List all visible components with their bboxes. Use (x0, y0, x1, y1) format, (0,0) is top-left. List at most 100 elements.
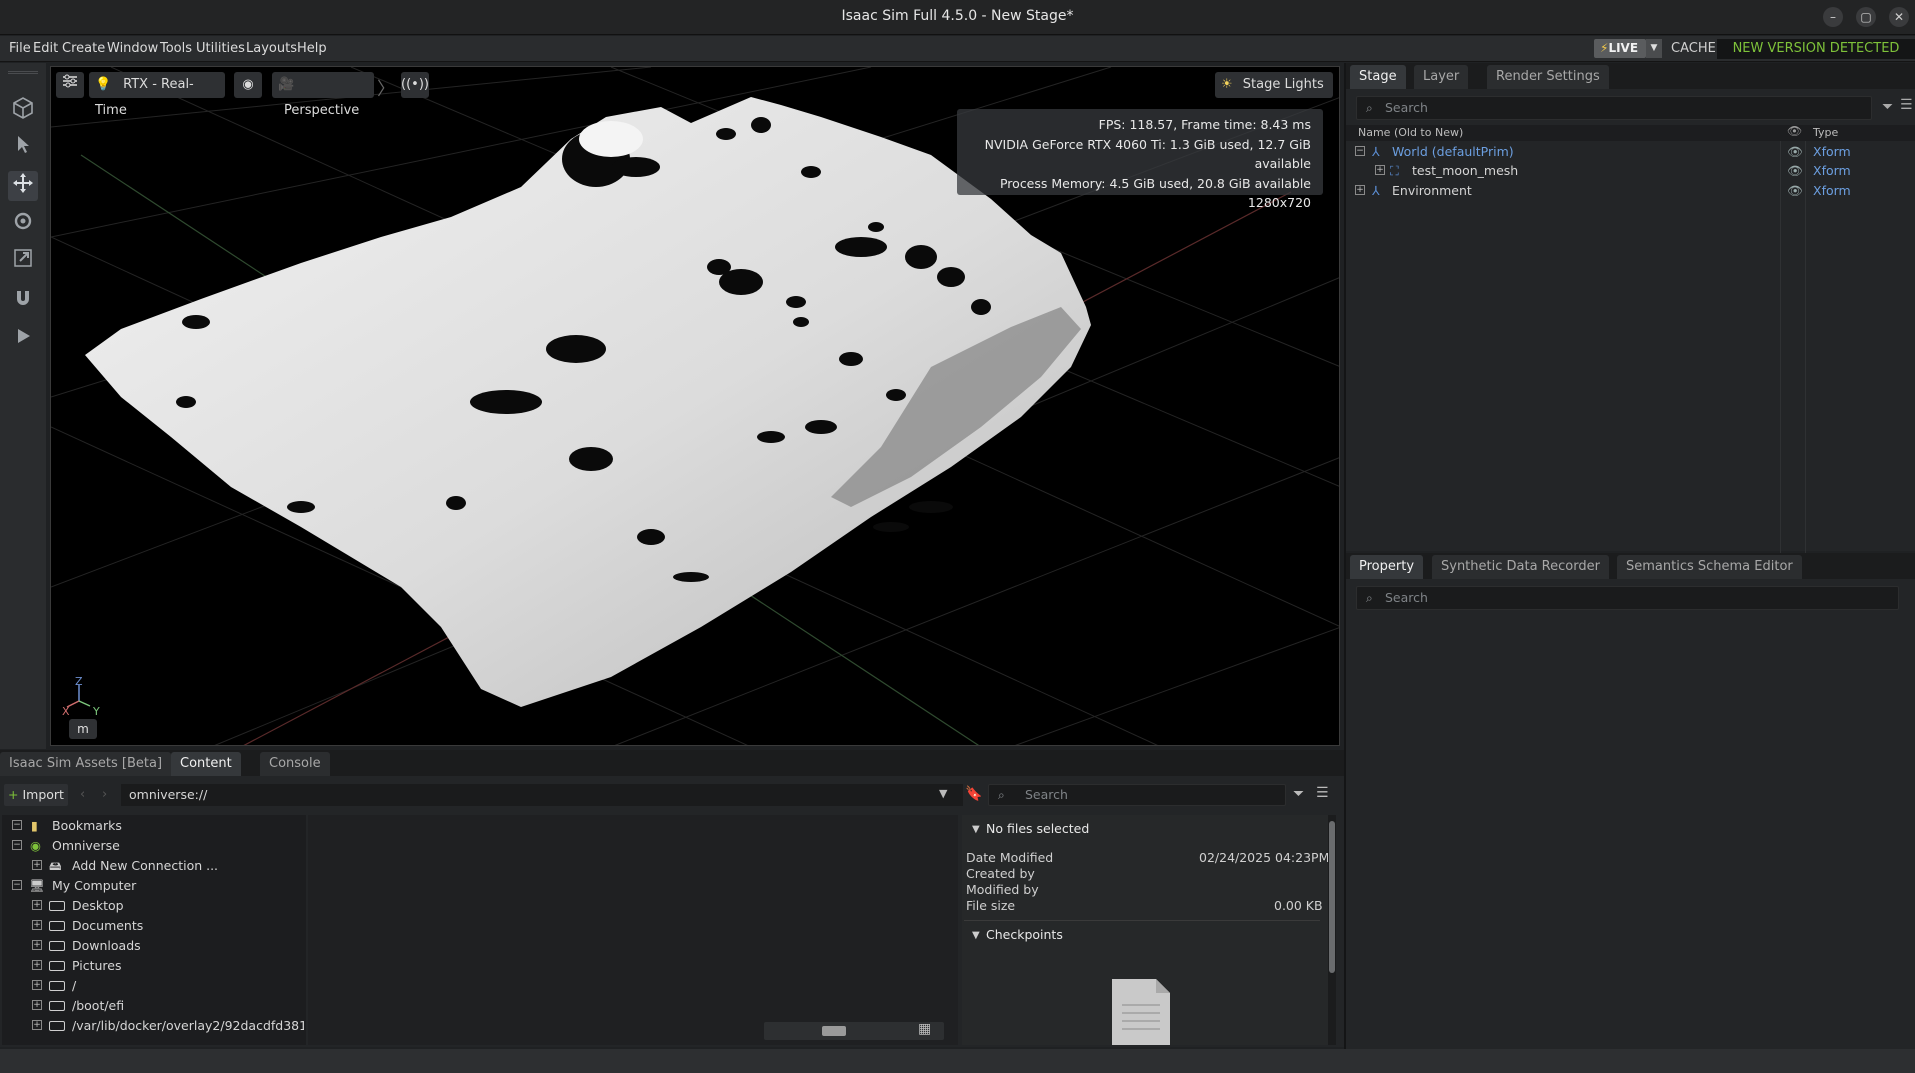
tree-label: Documents (72, 918, 144, 933)
collapse-icon[interactable]: − (12, 820, 22, 830)
status-bar (0, 1049, 1915, 1073)
checkpoints-header: Checkpoints (986, 927, 1063, 942)
viewport-stats-overlay: FPS: 118.57, Frame time: 8.43 ms NVIDIA … (957, 109, 1323, 210)
back-arrow-icon[interactable]: ‹ (80, 787, 85, 802)
tab-isaac-sim-assets[interactable]: Isaac Sim Assets [Beta] (0, 752, 172, 776)
tab-content[interactable]: Content (171, 752, 241, 776)
tree-docker-overlay[interactable]: + /var/lib/docker/overlay2/92dacdfd3815 (32, 1016, 304, 1035)
collapse-arrow-icon[interactable]: ▼ (972, 930, 980, 941)
menu-edit[interactable]: Edit (33, 41, 58, 56)
eye-icon[interactable]: 👁 (1787, 142, 1803, 161)
file-size-value: 0.00 KB (1274, 898, 1323, 913)
menu-tools[interactable]: Tools (160, 41, 192, 56)
menu-file[interactable]: File (9, 41, 31, 56)
renderer-button[interactable]: 💡 RTX - Real-Time (89, 72, 225, 118)
filter-icon[interactable]: ⏷ (1293, 786, 1304, 802)
menu-window[interactable]: Window (107, 41, 158, 56)
eye-icon[interactable]: 👁 (1787, 161, 1803, 180)
select-arrow-icon[interactable] (8, 133, 38, 163)
scale-icon[interactable] (8, 247, 38, 277)
eye-visibility-icon[interactable]: ◉ (234, 72, 262, 98)
viewport-settings-icon[interactable] (56, 72, 84, 98)
viewport[interactable]: 💡 RTX - Real-Time ◉ 🎥 Perspective 〉 ((•)… (50, 66, 1340, 746)
grid-view-icon[interactable]: ▦ (918, 1021, 931, 1037)
path-input[interactable]: omniverse:// (121, 784, 963, 806)
menu-help[interactable]: Help (297, 41, 327, 56)
cache-status-badge[interactable]: NEW VERSION DETECTED (1717, 39, 1915, 59)
play-icon[interactable] (8, 325, 38, 355)
collapse-icon[interactable]: − (12, 880, 22, 890)
stage-row-world[interactable]: − ⅄ World (defaultPrim) 👁 Xform (1346, 142, 1915, 161)
menu-utilities[interactable]: Utilities (196, 41, 245, 56)
menu-layouts[interactable]: Layouts (246, 41, 297, 56)
expand-icon[interactable]: + (1375, 165, 1385, 175)
options-menu-icon[interactable]: ☰ (1316, 785, 1329, 801)
thumbnail-size-slider[interactable] (764, 1022, 944, 1040)
column-type[interactable]: Type (1813, 126, 1838, 139)
column-name[interactable]: Name (Old to New) (1358, 126, 1463, 139)
tab-property[interactable]: Property (1350, 555, 1424, 579)
tab-layer[interactable]: Layer (1414, 65, 1469, 89)
broadcast-icon[interactable]: ((•)) (401, 72, 429, 98)
expand-icon[interactable]: + (32, 1000, 42, 1010)
path-dropdown-icon[interactable]: ▼ (939, 787, 947, 800)
expand-icon[interactable]: + (32, 1020, 42, 1030)
forward-arrow-icon[interactable]: › (102, 787, 107, 802)
xform-icon: ⅄ (1372, 144, 1380, 159)
expand-icon[interactable]: + (32, 940, 42, 950)
camera-button[interactable]: 🎥 Perspective (272, 72, 374, 118)
column-divider (1780, 141, 1781, 601)
live-dropdown-icon[interactable]: ▼ (1646, 39, 1662, 58)
collapse-icon[interactable]: − (1355, 146, 1365, 156)
left-toolbar (0, 63, 46, 749)
tab-render-settings[interactable]: Render Settings (1487, 65, 1609, 89)
scrollbar-thumb[interactable] (1329, 821, 1335, 973)
viewport-cube-icon[interactable] (8, 95, 38, 125)
tab-synthetic-data-recorder[interactable]: Synthetic Data Recorder (1432, 555, 1609, 579)
expand-icon[interactable]: + (32, 900, 42, 910)
import-button[interactable]: + Import (4, 784, 68, 806)
slider-handle[interactable] (822, 1026, 846, 1036)
drive-icon (49, 961, 65, 971)
eye-icon[interactable]: 👁 (1787, 181, 1803, 200)
drive-icon (49, 1021, 65, 1031)
fps-text: FPS: 118.57, Frame time: 8.43 ms (1098, 117, 1311, 132)
stage-row-mesh[interactable]: + ⛶ test_moon_mesh 👁 Xform (1346, 161, 1915, 180)
stage-lights-label: Stage Lights (1242, 77, 1324, 92)
units-badge[interactable]: m (69, 719, 97, 739)
close-icon[interactable]: ✕ (1889, 7, 1909, 27)
snap-magnet-icon[interactable] (8, 287, 38, 317)
content-search-input[interactable]: ⌕ Search (988, 784, 1286, 806)
details-scrollbar[interactable] (1328, 815, 1336, 1045)
date-modified-value: 02/24/2025 04:23PM (1199, 850, 1330, 865)
tab-semantics-schema-editor[interactable]: Semantics Schema Editor (1617, 555, 1802, 579)
expand-icon[interactable]: + (32, 960, 42, 970)
collapse-arrow-icon[interactable]: ▼ (972, 824, 980, 835)
property-search-input[interactable]: ⌕ Search (1356, 586, 1899, 610)
rotate-icon[interactable] (8, 209, 38, 239)
bookmark-icon[interactable]: 🔖 (965, 786, 982, 802)
filter-icon[interactable]: ⏷ (1882, 99, 1893, 115)
menu-create[interactable]: Create (62, 41, 105, 56)
tab-stage[interactable]: Stage (1350, 65, 1406, 89)
expand-icon[interactable]: + (1355, 185, 1365, 195)
tree-label: Downloads (72, 938, 141, 953)
minimize-icon[interactable]: – (1823, 7, 1843, 27)
restore-icon[interactable]: ▢ (1856, 7, 1876, 27)
import-label: Import (22, 787, 64, 802)
expand-icon[interactable]: + (32, 980, 42, 990)
stage-row-environment[interactable]: + ⅄ Environment 👁 Xform (1346, 181, 1915, 200)
panel-splitter[interactable] (1344, 63, 1346, 1049)
prim-type: Xform (1813, 163, 1851, 178)
move-icon[interactable] (8, 171, 38, 201)
expand-icon[interactable]: + (32, 860, 42, 870)
collapse-icon[interactable]: − (12, 840, 22, 850)
stage-lights-button[interactable]: ☀ Stage Lights (1215, 72, 1333, 98)
column-divider (1805, 141, 1806, 601)
stage-search-input[interactable]: ⌕ Search (1356, 96, 1872, 120)
expand-icon[interactable]: + (32, 920, 42, 930)
menu-lines-icon[interactable]: ☰ (1900, 97, 1913, 113)
file-grid[interactable] (308, 815, 958, 1045)
tab-console[interactable]: Console (260, 752, 330, 776)
live-button[interactable]: ⚡LIVE (1594, 39, 1646, 58)
